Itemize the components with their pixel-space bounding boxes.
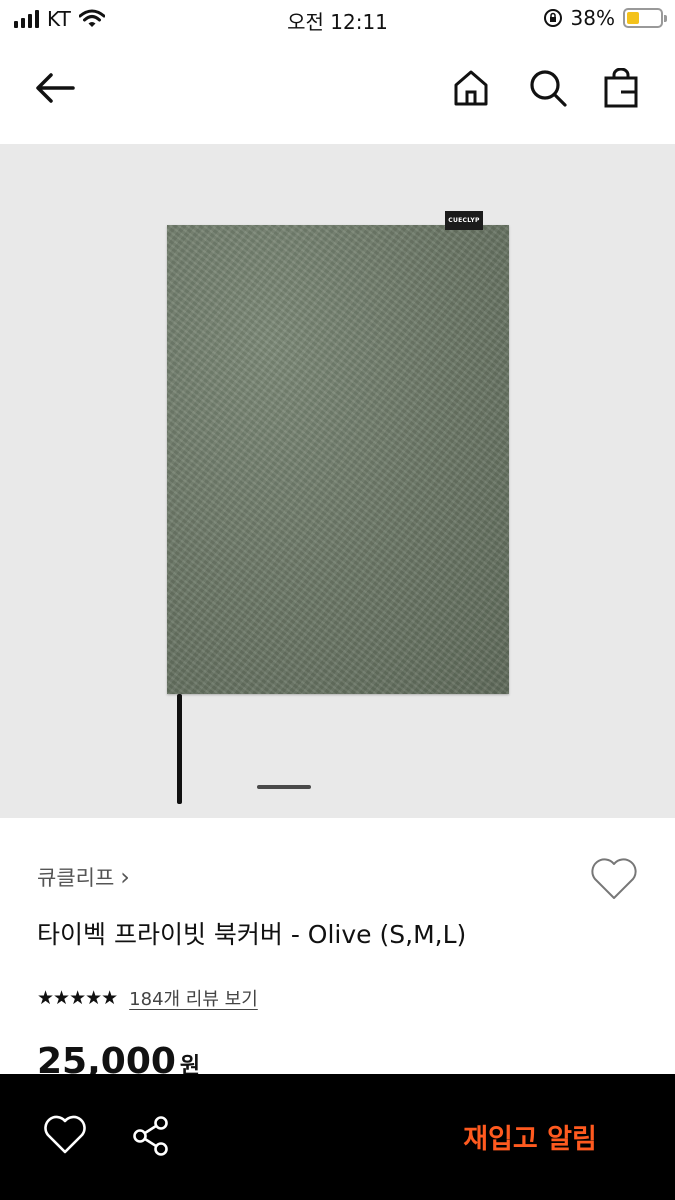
- chevron-right-icon: ›: [120, 863, 130, 891]
- carousel-indicator: [257, 785, 311, 789]
- status-bar: KT 오전 12:11 38%: [0, 0, 675, 40]
- wishlist-button[interactable]: [589, 856, 639, 902]
- search-button[interactable]: [524, 62, 572, 114]
- heart-icon: [591, 858, 637, 899]
- bottom-action-bar: 재입고 알림: [0, 1074, 675, 1200]
- rating-stars: ★★★★★: [37, 987, 118, 1009]
- back-button[interactable]: [31, 62, 79, 114]
- home-button[interactable]: [447, 62, 495, 114]
- bookmark-string: [177, 694, 182, 804]
- restock-alert-button[interactable]: 재입고 알림: [420, 1104, 640, 1168]
- brand-tag: CUECLYP: [445, 211, 483, 230]
- battery-icon: [623, 8, 667, 28]
- home-icon: [454, 70, 488, 106]
- arrow-left-icon: [36, 73, 75, 103]
- search-icon: [530, 70, 567, 107]
- brand-link[interactable]: 큐클리프 ›: [37, 862, 130, 892]
- orientation-lock-icon: [543, 9, 562, 27]
- heart-icon: [44, 1115, 86, 1154]
- share-icon: [133, 1116, 168, 1156]
- rating-row: ★★★★★ 184개 리뷰 보기: [37, 985, 258, 1011]
- review-link[interactable]: 184개 리뷰 보기: [129, 985, 258, 1011]
- top-nav: [0, 40, 675, 144]
- product-title: 타이벡 프라이빗 북커버 - Olive (S,M,L): [37, 920, 467, 949]
- like-button[interactable]: [42, 1114, 88, 1156]
- status-right: 38%: [543, 6, 667, 30]
- brand-name: 큐클리프: [37, 866, 115, 890]
- shopping-bag-icon: [604, 68, 638, 108]
- cart-button[interactable]: [597, 62, 645, 114]
- book-cover-photo: [167, 225, 509, 694]
- share-button[interactable]: [130, 1114, 174, 1158]
- battery-percent: 38%: [570, 6, 615, 30]
- battery-fill: [627, 12, 639, 24]
- product-image-carousel[interactable]: CUECLYP: [0, 144, 675, 818]
